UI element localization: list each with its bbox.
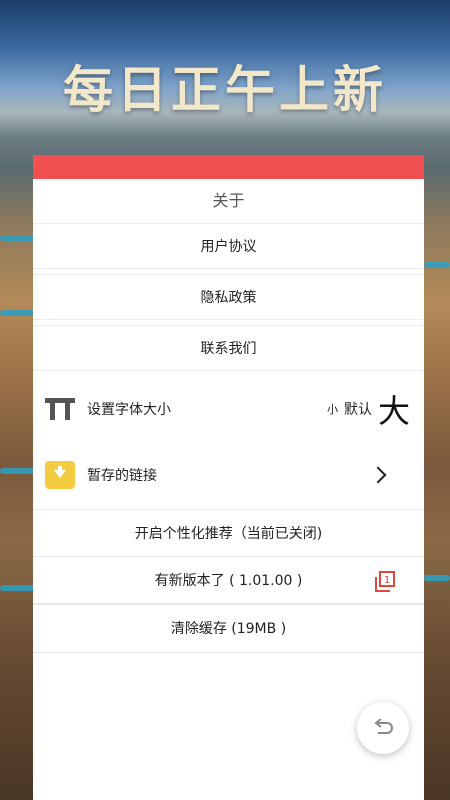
font-size-icon <box>45 396 75 422</box>
font-size-setting: 设置字体大小 小 默认 大 <box>33 377 424 441</box>
headline: 每日正午上新 <box>63 61 387 119</box>
clear-cache-row[interactable]: 清除缓存 (19MB ) <box>33 605 424 653</box>
user-agreement-link[interactable]: 用户协议 <box>33 223 424 269</box>
undo-icon <box>374 719 393 734</box>
undo-button[interactable] <box>357 702 409 754</box>
saved-links-label: 暂存的链接 <box>87 468 157 484</box>
privacy-policy-link[interactable]: 隐私政策 <box>33 274 424 320</box>
update-row[interactable]: 有新版本了 ( 1.01.00 ) 1 <box>33 557 424 605</box>
font-size-label: 设置字体大小 <box>87 402 171 418</box>
background-decoration <box>0 585 36 591</box>
copy-badge-icon: 1 <box>375 571 395 592</box>
saved-links-row[interactable]: 暂存的链接 <box>33 441 424 509</box>
personalization-row[interactable]: 开启个性化推荐（当前已关闭) <box>33 509 424 557</box>
contact-us-link[interactable]: 联系我们 <box>33 325 424 371</box>
about-title: 关于 <box>212 191 245 210</box>
background-decoration <box>424 262 450 268</box>
update-label: 有新版本了 ( 1.01.00 ) <box>154 573 303 589</box>
chevron-right-icon <box>369 466 387 484</box>
folder-download-icon <box>45 461 75 489</box>
settings-card: 关于 用户协议 隐私政策 联系我们 设置字体大小 小 默认 大 暂存的链接 开启… <box>33 155 424 800</box>
background-decoration <box>424 575 450 581</box>
font-size-default-option[interactable]: 默认 <box>344 399 372 419</box>
font-size-large-option[interactable]: 大 <box>378 386 410 432</box>
font-size-options: 小 默认 大 <box>327 386 410 432</box>
card-accent-bar <box>33 155 424 179</box>
svg-text:1: 1 <box>384 575 390 586</box>
background-decoration <box>0 310 35 316</box>
font-size-small-option[interactable]: 小 <box>327 401 338 417</box>
